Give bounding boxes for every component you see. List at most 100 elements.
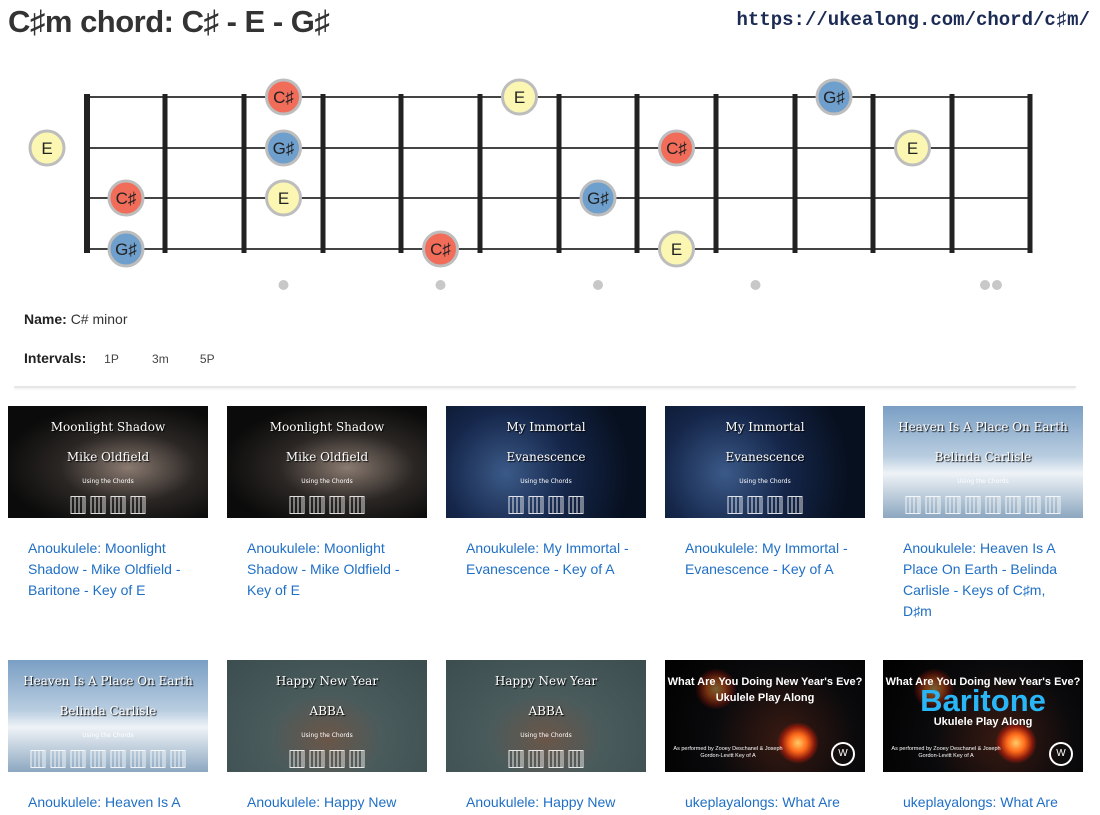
fret-marker-dot [750,280,761,290]
note-label: E [41,139,52,158]
video-title-link[interactable]: ukeplayalongs: What Are [665,792,855,813]
video-thumbnail[interactable]: Heaven Is A Place On Earth Belinda Carlis… [8,660,208,772]
note-label: G♯ [823,88,845,107]
chord-name-row: Name: C# minor [24,311,127,327]
note-label: E [514,88,525,107]
note-label: C♯ [116,189,137,208]
channel-logo-icon: W [831,742,855,766]
note-label: E [907,139,918,158]
name-value: C# minor [70,311,128,327]
video-title-link[interactable]: Anoukulele: Moonlight Shadow - Mike Oldf… [8,538,198,601]
video-thumbnail[interactable]: My Immortal Evanescence Using the Chords [665,406,865,518]
chord-diagrams-icon [289,496,365,514]
thumbnail-subtitle: Using the Chords [957,478,1009,485]
chord-diagrams-icon [905,496,1061,514]
thumbnail-subtitle: Using the Chords [82,732,134,739]
thumbnail-subtitle: Using the Chords [301,732,353,739]
video-card[interactable]: My Immortal Evanescence Using the Chords An… [446,406,646,580]
note-label: C♯ [430,240,451,259]
interval-3: 5P [199,352,215,366]
note-label: G♯ [587,189,609,208]
video-thumbnail[interactable]: What Are You Doing New Year's Eve? Barito… [883,660,1083,772]
thumbnail-artist: Belinda Carlisle [934,450,1032,464]
video-thumbnail[interactable]: Heaven Is A Place On Earth Belinda Carlis… [883,406,1083,518]
thumbnail-subtitle: Using the Chords [520,478,572,485]
note-label: C♯ [666,139,687,158]
video-card[interactable]: Moonlight Shadow Mike Oldfield Using the C… [8,406,208,601]
intervals-label: Intervals: [24,350,87,366]
video-thumbnail[interactable]: Happy New Year ABBA Using the Chords [227,660,427,772]
thumbnail-title: Moonlight Shadow [50,420,166,434]
name-label: Name: [24,311,67,327]
note-label: E [278,189,289,208]
thumbnail-subtitle: Ukulele Play Along [715,692,815,704]
thumbnail-artist: ABBA [528,704,564,718]
interval-2: 3m [152,352,169,366]
thumbnail-credit: As performed by Zooey Deschanel & Joseph… [891,746,1001,759]
video-card[interactable]: Heaven Is A Place On Earth Belinda Carlis… [883,406,1083,622]
thumbnail-artist: Mike Oldfield [285,450,369,464]
thumbnail-artist: Evanescence [725,450,805,464]
thumbnail-title: What Are You Doing New Year's Eve? [667,676,863,688]
page-url[interactable]: https://ukealong.com/chord/c♯m/ [737,9,1090,31]
thumbnail-subtitle: Using the Chords [82,478,134,485]
video-thumbnail[interactable]: Moonlight Shadow Mike Oldfield Using the C… [8,406,208,518]
thumbnail-title: My Immortal [506,420,586,434]
video-title-link[interactable]: Anoukulele: Happy New [446,792,636,813]
thumbnail-highlight: Baritone [920,683,1046,718]
firework-graphic [995,722,1037,764]
interval-1: 1P [104,352,119,366]
thumbnail-artist: ABBA [309,704,345,718]
thumbnail-title: Heaven Is A Place On Earth [23,674,193,688]
video-title-link[interactable]: Anoukulele: Happy New [227,792,417,813]
section-divider [14,386,1076,388]
thumbnail-artist: Evanescence [506,450,586,464]
chord-diagrams-icon [727,496,803,514]
video-card[interactable]: What Are You Doing New Year's Eve? Barito… [883,660,1083,813]
chord-diagrams-icon [508,496,584,514]
video-thumbnail[interactable]: Moonlight Shadow Mike Oldfield Using the C… [227,406,427,518]
note-label: E [671,240,682,259]
fret-marker-dot [992,280,1002,290]
video-card[interactable]: What Are You Doing New Year's Eve? Ukulel… [665,660,865,813]
video-thumbnail[interactable]: Happy New Year ABBA Using the Chords [446,660,646,772]
video-card[interactable]: Heaven Is A Place On Earth Belinda Carlis… [8,660,208,813]
video-card[interactable]: Happy New Year ABBA Using the Chords Anouku… [227,660,427,813]
video-title-link[interactable]: Anoukulele: Heaven Is A [8,792,198,813]
video-thumbnail[interactable]: What Are You Doing New Year's Eve? Ukulel… [665,660,865,772]
thumbnail-subtitle: Using the Chords [739,478,791,485]
video-thumbnail[interactable]: My Immortal Evanescence Using the Chords [446,406,646,518]
fret-marker-dot [980,280,990,290]
video-title-link[interactable]: Anoukulele: Moonlight Shadow - Mike Oldf… [227,538,417,601]
video-title-link[interactable]: ukeplayalongs: What Are [883,792,1073,813]
thumbnail-title: Heaven Is A Place On Earth [898,420,1068,434]
chord-diagrams-icon [508,750,584,768]
video-card[interactable]: Moonlight Shadow Mike Oldfield Using the C… [227,406,427,601]
chord-diagrams-icon [289,750,365,768]
thumbnail-title: Moonlight Shadow [269,420,385,434]
thumbnail-subtitle: Using the Chords [301,478,353,485]
channel-logo-icon: W [1049,742,1073,766]
fret-marker-dot [593,280,603,290]
note-label: G♯ [115,240,137,259]
fretboard-diagram: C♯ E G♯ E G♯ C♯ E C♯ E G♯ G♯ C♯ E [28,78,1033,290]
fret-marker-dot [278,280,289,290]
chord-diagrams-icon [30,750,186,768]
thumbnail-subtitle: Using the Chords [520,732,572,739]
video-card[interactable]: Happy New Year ABBA Using the Chords Anouku… [446,660,646,813]
page-title: C♯m chord: C♯ - E - G♯ [8,4,330,39]
video-card[interactable]: My Immortal Evanescence Using the Chords An… [665,406,865,580]
note-label: C♯ [273,88,294,107]
video-title-link[interactable]: Anoukulele: My Immortal - Evanescence - … [446,538,636,580]
thumbnail-title: Happy New Year [275,674,379,688]
note-label: G♯ [273,139,295,158]
fret-marker-dot [435,280,446,290]
thumbnail-subtitle: Ukulele Play Along [933,716,1033,728]
thumbnail-title: Happy New Year [494,674,598,688]
firework-graphic [777,722,819,764]
video-title-link[interactable]: Anoukulele: My Immortal - Evanescence - … [665,538,855,580]
intervals-row: Intervals: 1P 3m 5P [24,350,230,366]
thumbnail-title: My Immortal [725,420,805,434]
video-title-link[interactable]: Anoukulele: Heaven Is A Place On Earth -… [883,538,1073,622]
thumbnail-credit: As performed by Zooey Deschanel & Joseph… [673,746,783,759]
